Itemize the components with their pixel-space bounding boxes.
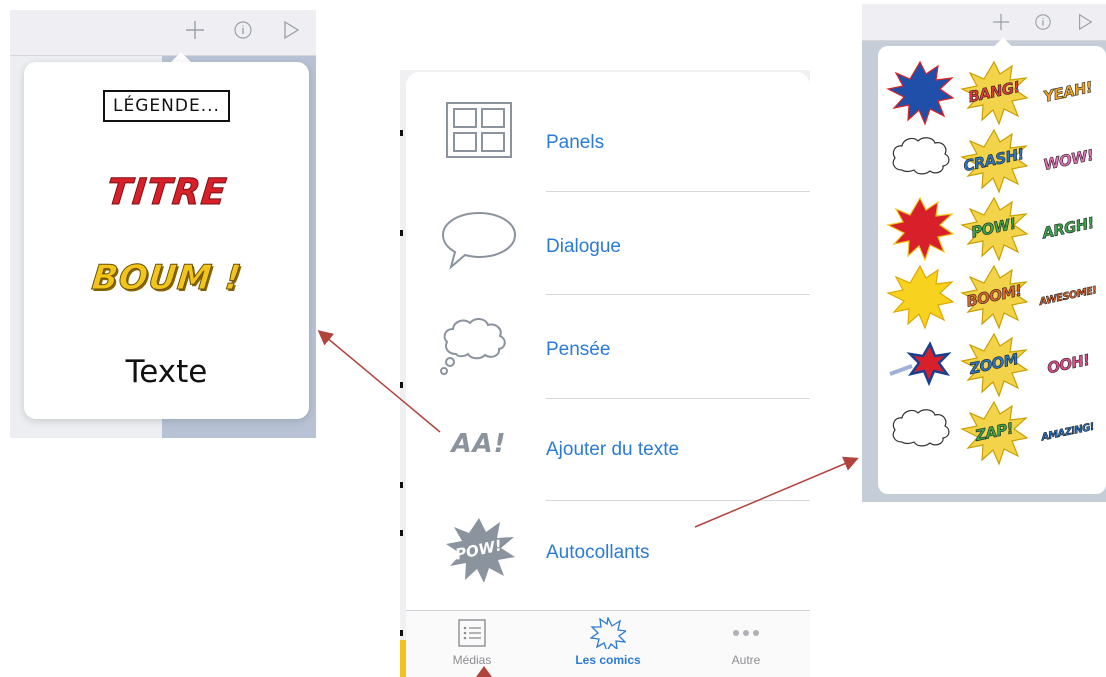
arrow-tab-pointer [476,666,492,677]
annotation-arrows [317,330,859,677]
arrow-to-stickers [694,456,859,528]
arrow-to-text-styles [317,330,441,433]
